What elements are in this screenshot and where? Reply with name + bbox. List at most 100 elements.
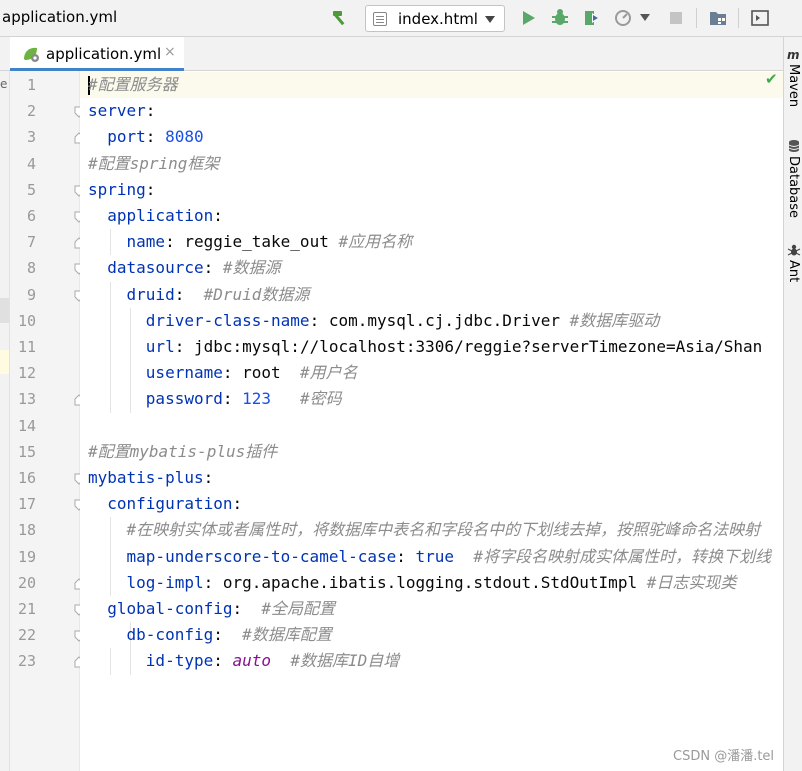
yaml-colon: :: [309, 310, 320, 330]
yaml-boolean: true: [415, 546, 455, 566]
run-configuration-select[interactable]: index.html: [365, 5, 505, 32]
yaml-value: 8080: [155, 127, 204, 147]
yaml-key: password: [145, 389, 223, 409]
editor-tab-bar: application.yml ×: [0, 37, 783, 71]
yaml-colon: :: [203, 258, 214, 278]
yaml-comment: #全局配置: [261, 599, 336, 618]
run-icon[interactable]: [518, 8, 538, 28]
terminal-icon[interactable]: [750, 8, 770, 28]
line-number: 11: [17, 338, 36, 356]
tab-application-yml[interactable]: application.yml ×: [10, 37, 184, 71]
yaml-colon: :: [232, 494, 243, 514]
yaml-colon: :: [232, 599, 243, 618]
line-number: 20: [17, 573, 36, 592]
code-line: server:: [88, 98, 155, 124]
yaml-comment: #数据库配置: [242, 625, 332, 645]
yaml-comment: #日志实现类: [646, 572, 737, 592]
yaml-colon: :: [213, 206, 223, 225]
profile-icon[interactable]: [614, 8, 634, 28]
line-number: 18: [17, 521, 36, 540]
line-number: 16: [17, 469, 36, 487]
yaml-comment: #配置spring框架: [88, 153, 220, 173]
yaml-value: 123: [232, 389, 300, 409]
close-icon[interactable]: ×: [164, 44, 176, 60]
yaml-comment: #数据库驱动: [569, 310, 660, 330]
maven-icon: m: [787, 49, 800, 61]
run-configuration-label: index.html: [398, 10, 478, 28]
line-number-gutter[interactable]: 1 2 3 4 5 6 7 8 9 10 11 12 13 14 15 16 17 18 19 20 21 22 23: [10, 71, 84, 771]
inspection-ok-icon[interactable]: ✔: [765, 70, 778, 88]
yaml-comment: #数据库ID自增: [290, 651, 400, 671]
line-number: 3: [26, 128, 36, 147]
toolbar-separator: [738, 8, 739, 28]
yaml-colon: :: [203, 468, 214, 487]
coverage-icon[interactable]: [582, 8, 602, 28]
file-html-icon: [373, 12, 387, 26]
maven-tool-button[interactable]: m Maven: [785, 49, 802, 111]
yaml-colon: :: [174, 284, 185, 304]
yaml-colon: :: [222, 389, 233, 409]
yaml-key: username: [145, 363, 223, 383]
database-tool-button[interactable]: Database: [785, 139, 802, 222]
chevron-down-icon[interactable]: [638, 8, 652, 28]
yaml-key: global-config: [107, 599, 233, 618]
code-line: log-impl: org.apache.ibatis.logging.stdo…: [88, 570, 737, 596]
debug-icon[interactable]: [550, 8, 570, 28]
tab-label: application.yml: [46, 45, 162, 63]
code-line: port: 8080: [88, 124, 204, 150]
yaml-value: reggie_take_out: [174, 232, 339, 252]
yaml-key: port: [107, 127, 146, 147]
yaml-key: datasource: [107, 258, 204, 278]
svg-text:m: m: [787, 49, 800, 61]
yaml-value: root: [232, 363, 300, 383]
project-panel-clipped-text: e: [0, 77, 8, 91]
hammer-icon[interactable]: [330, 8, 350, 28]
line-number: 22: [17, 626, 36, 645]
line-number: 21: [17, 600, 36, 618]
yaml-comment: #密码: [299, 389, 342, 409]
yaml-key: spring: [88, 179, 146, 199]
code-line: id-type: auto #数据库ID自增: [88, 648, 399, 674]
code-line: password: 123 #密码: [88, 386, 342, 412]
yaml-colon: :: [222, 363, 233, 383]
yaml-key: application: [107, 206, 214, 225]
stop-icon[interactable]: [666, 8, 686, 28]
line-number: 13: [17, 390, 36, 409]
line-number: 8: [26, 259, 36, 278]
code-line: name: reggie_take_out #应用名称: [88, 229, 413, 255]
code-editor[interactable]: #配置服务器 server: port: 8080 #配置spring框架 sprin…: [80, 71, 783, 771]
chevron-down-icon: [485, 16, 495, 23]
code-line: map-underscore-to-camel-case: true #将字段名…: [88, 544, 771, 570]
code-line: configuration:: [88, 491, 242, 517]
yaml-key: id-type: [145, 651, 214, 671]
yaml-value: org.apache.ibatis.logging.stdout.StdOutI…: [213, 572, 647, 592]
yaml-value: [242, 599, 261, 618]
database-icon: [788, 140, 800, 152]
code-line: url: jdbc:mysql://localhost:3306/reggie?…: [88, 334, 763, 360]
yaml-colon: :: [396, 546, 406, 566]
yaml-comment: #配置mybatis-plus插件: [88, 441, 278, 461]
yaml-comment: #用户名: [299, 363, 358, 383]
line-number: 6: [26, 207, 36, 225]
database-tool-label: Database: [786, 156, 801, 219]
yaml-value: [184, 285, 203, 304]
line-number: 12: [17, 364, 36, 383]
breadcrumb-file[interactable]: application.yml: [2, 8, 117, 26]
yaml-colon: :: [145, 179, 156, 199]
yaml-value: [223, 625, 242, 644]
ant-tool-button[interactable]: Ant: [785, 243, 802, 286]
code-line: driver-class-name: com.mysql.cj.jdbc.Dri…: [88, 308, 660, 334]
yaml-value: com.mysql.cj.jdbc.Driver: [319, 310, 570, 330]
code-line: global-config: #全局配置: [88, 596, 335, 622]
line-number: 14: [17, 416, 36, 435]
project-structure-icon[interactable]: [708, 8, 728, 28]
highlight-marker: [0, 350, 9, 374]
